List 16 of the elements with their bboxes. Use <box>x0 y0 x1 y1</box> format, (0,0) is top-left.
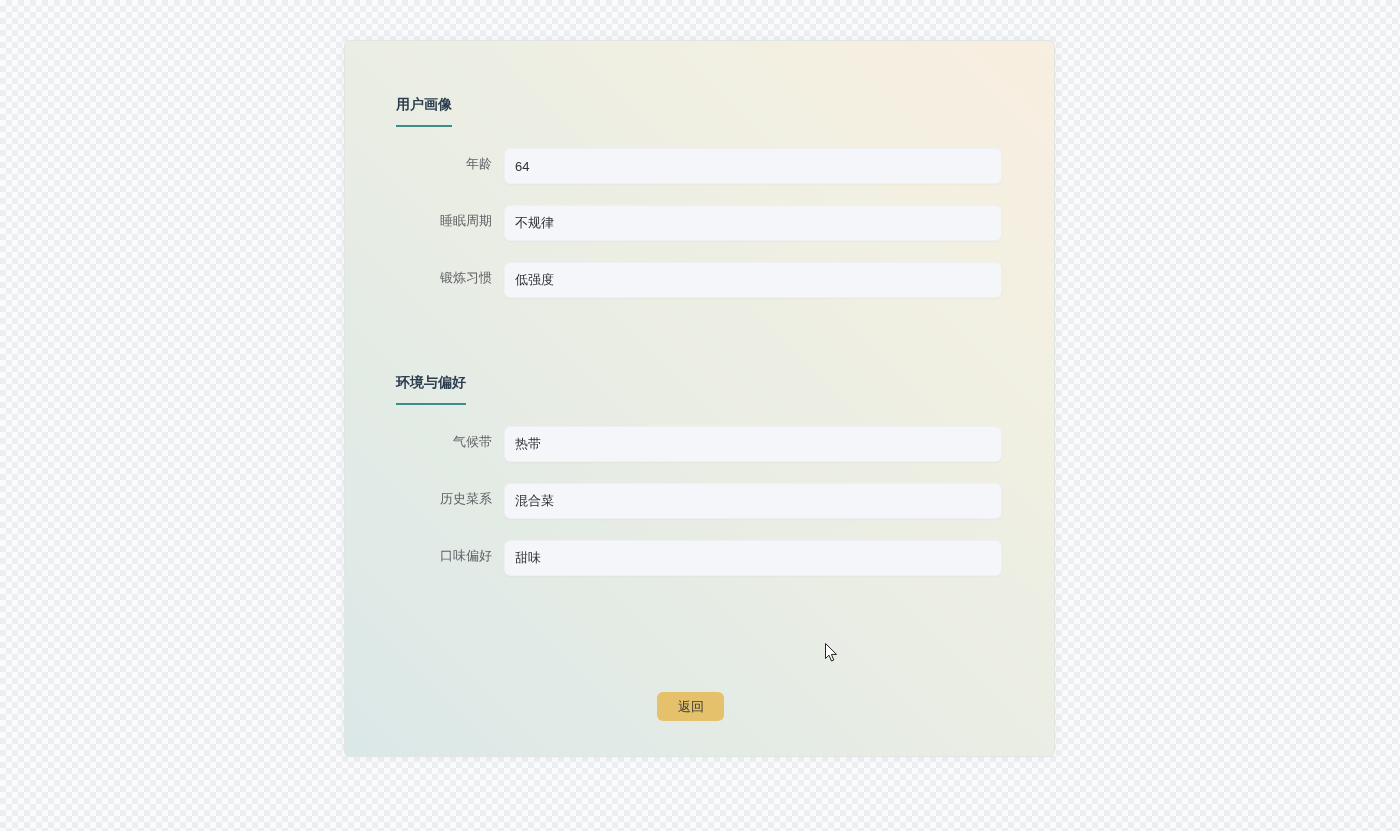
input-field[interactable]: 热带 <box>504 426 1002 462</box>
pointer-icon <box>825 643 838 662</box>
field-label: 锻炼习惯 <box>439 269 492 287</box>
field-label: 睡眠周期 <box>439 212 492 230</box>
section-title: 用户画像 <box>396 94 452 127</box>
back-button[interactable]: 返回 <box>657 692 724 721</box>
field-label: 口味偏好 <box>439 547 492 565</box>
field-label: 年龄 <box>465 155 492 173</box>
input-field[interactable]: 不规律 <box>504 205 1002 241</box>
input-field[interactable]: 64 <box>504 148 1002 184</box>
input-field[interactable]: 甜味 <box>504 540 1002 576</box>
input-field[interactable]: 混合菜 <box>504 483 1002 519</box>
field-label: 历史菜系 <box>439 490 492 508</box>
field-label: 气候带 <box>452 433 492 451</box>
section-title: 环境与偏好 <box>396 372 466 405</box>
input-field[interactable]: 低强度 <box>504 262 1002 298</box>
